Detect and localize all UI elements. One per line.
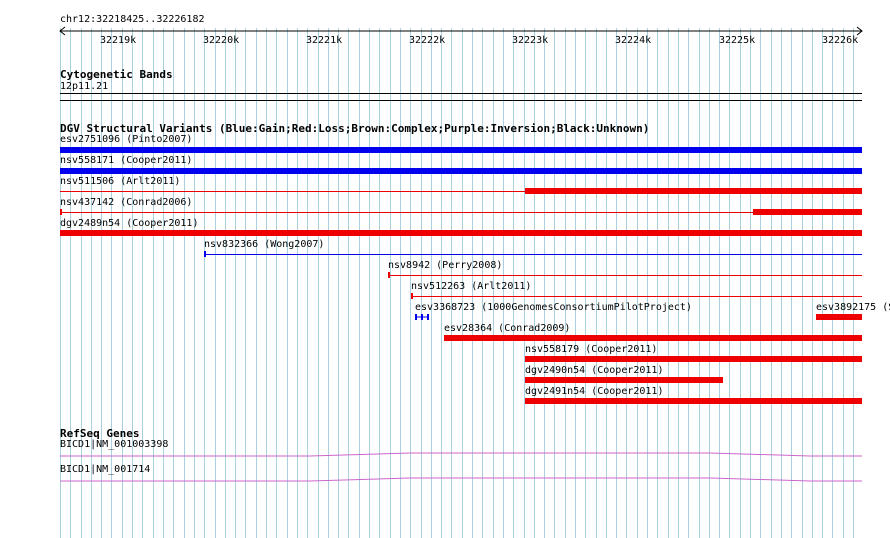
gene-model[interactable] xyxy=(60,451,862,459)
variant-gain-marker[interactable] xyxy=(415,314,429,320)
variant-label[interactable]: nsv511506 (Arlt2011) xyxy=(60,176,180,188)
variant-label[interactable]: nsv558171 (Cooper2011) xyxy=(60,155,192,167)
cytoband-bar-top xyxy=(60,93,862,94)
ruler-tick: 32221k xyxy=(306,35,343,46)
variant-label[interactable]: esv2751096 (Pinto2007) xyxy=(60,134,192,146)
variant-label[interactable]: nsv512263 (Arlt2011) xyxy=(411,281,531,293)
variant-gain-bar[interactable] xyxy=(60,168,862,174)
location-label: chr12:32218425..32226182 xyxy=(60,14,205,25)
variant-label[interactable]: nsv558179 (Cooper2011) xyxy=(525,344,657,356)
variant-loss-bar[interactable] xyxy=(525,377,723,383)
variant-loss-tick xyxy=(388,272,390,278)
variant-gain-line[interactable] xyxy=(204,254,862,255)
ruler-tick: 32220k xyxy=(203,35,240,46)
genome-browser-view: chr12:32218425..32226182 32219k 32220k 3… xyxy=(0,0,890,538)
ruler-tick: 32224k xyxy=(615,35,652,46)
gene-model[interactable] xyxy=(60,476,862,484)
cytoband-label[interactable]: 12p11.21 xyxy=(60,81,108,93)
variant-loss-bar[interactable] xyxy=(525,356,862,362)
variant-loss-tick xyxy=(411,293,413,299)
variant-label[interactable]: nsv832366 (Wong2007) xyxy=(204,239,324,251)
ruler-tick: 32219k xyxy=(100,35,137,46)
variant-loss-line[interactable] xyxy=(388,275,862,276)
variant-label[interactable]: nsv8942 (Perry2008) xyxy=(388,260,502,272)
variant-loss-bar[interactable] xyxy=(60,230,862,236)
variant-loss-line[interactable] xyxy=(60,212,862,213)
ruler-tick: 32223k xyxy=(512,35,549,46)
variant-loss-bar[interactable] xyxy=(816,314,862,320)
variant-gain-bar[interactable] xyxy=(60,147,862,153)
variant-label[interactable]: dgv2491n54 (Cooper2011) xyxy=(525,386,663,398)
variant-loss-tick xyxy=(60,209,62,215)
variant-loss-line[interactable] xyxy=(411,296,862,297)
variant-label[interactable]: esv3368723 (1000GenomesConsortiumPilotPr… xyxy=(415,302,692,314)
gene-label[interactable]: BICD1|NM_001714 xyxy=(60,464,150,476)
gene-label[interactable]: BICD1|NM_001003398 xyxy=(60,439,168,451)
variant-label[interactable]: esv28364 (Conrad2009) xyxy=(444,323,570,335)
variant-gain-tick xyxy=(204,251,206,257)
ruler-tick: 32225k xyxy=(719,35,756,46)
variant-loss-bar[interactable] xyxy=(753,209,862,215)
variant-loss-bar[interactable] xyxy=(444,335,862,341)
cytoband-track-title: Cytogenetic Bands xyxy=(60,68,173,81)
ruler-tick: 32222k xyxy=(409,35,446,46)
variant-label[interactable]: dgv2489n54 (Cooper2011) xyxy=(60,218,198,230)
variant-loss-bar[interactable] xyxy=(525,188,862,194)
variant-loss-bar[interactable] xyxy=(525,398,862,404)
variant-label[interactable]: esv3892175 (S xyxy=(816,302,890,314)
variant-label[interactable]: dgv2490n54 (Cooper2011) xyxy=(525,365,663,377)
cytoband-bar-bottom xyxy=(60,100,862,101)
ruler-tick: 32226k xyxy=(822,35,859,46)
variant-label[interactable]: nsv437142 (Conrad2006) xyxy=(60,197,192,209)
